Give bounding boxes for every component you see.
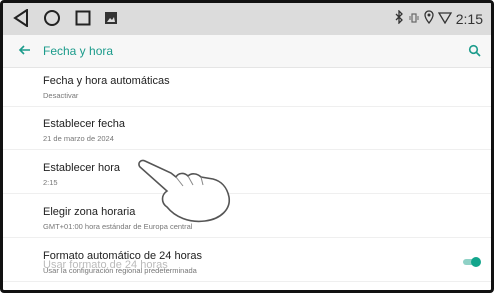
pointing-hand-icon [138,159,230,223]
back-arrow-icon[interactable] [17,42,33,58]
home-circle-icon[interactable] [43,9,61,27]
wifi-icon [437,11,452,27]
setting-subtitle: Desactivar [43,91,79,100]
app-bar: Fecha y hora [3,35,491,68]
device-screen: 2:15 Fecha y hora Fecha y hora automátic… [0,0,494,293]
status-icons: 2:15 [394,9,483,27]
setting-use-24h: Usar formato de 24 horas [43,259,168,271]
search-icon[interactable] [468,44,482,58]
setting-set-time[interactable]: Establecer hora 2:15 [3,155,491,194]
setting-title: Establecer fecha [43,118,125,130]
setting-auto-datetime[interactable]: Fecha y hora automáticas Desactivar [3,68,491,107]
setting-subtitle: 21 de marzo de 2024 [43,134,114,143]
toggle-switch-on[interactable] [463,257,481,267]
setting-title: Establecer hora [43,162,121,174]
setting-title: Elegir zona horaria [43,206,136,218]
recents-square-icon[interactable] [75,10,91,26]
setting-subtitle: 2:15 [43,178,58,187]
image-thumb-icon [105,12,117,24]
page-title: Fecha y hora [43,44,114,58]
toggle-thumb [471,257,481,267]
setting-time-zone[interactable]: Elegir zona horaria GMT+01:00 hora están… [3,199,491,238]
location-icon [424,10,434,27]
vibrate-icon [408,11,420,27]
status-bar: 2:15 [3,3,491,35]
setting-set-date[interactable]: Establecer fecha 21 de marzo de 2024 [3,111,491,150]
bluetooth-icon [394,9,404,27]
back-triangle-icon[interactable] [13,9,29,27]
clock-time: 2:15 [455,10,483,27]
setting-title: Fecha y hora automáticas [43,75,170,87]
nav-buttons [13,9,131,27]
